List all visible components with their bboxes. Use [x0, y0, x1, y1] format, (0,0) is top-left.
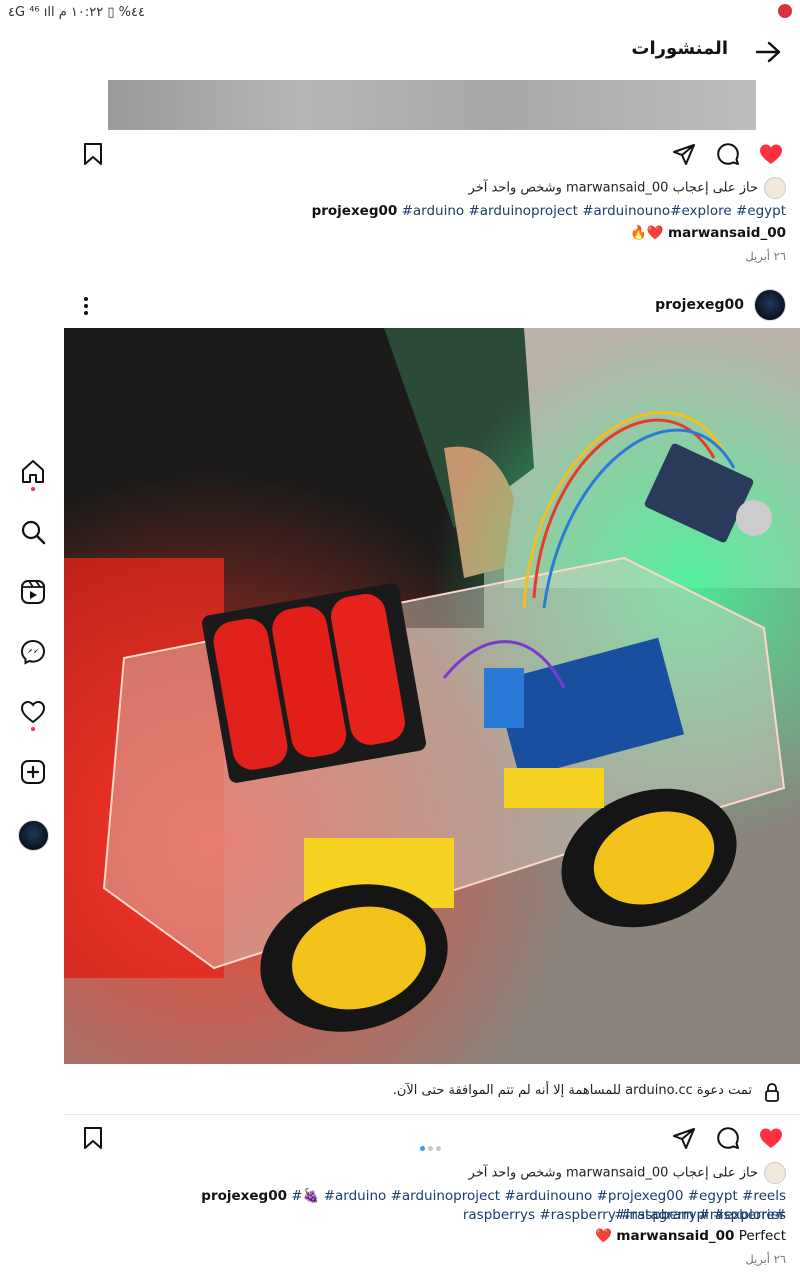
status-text: ٤G ⁴⁶ ıll ٤٤% ▯ ١٠:٢٢ م	[8, 5, 145, 20]
caption-username[interactable]: projexeg00	[201, 1188, 287, 1204]
notifications-heart-icon[interactable]	[19, 698, 47, 726]
comment-text: ❤️🔥	[630, 225, 664, 241]
carousel-dot	[428, 1146, 433, 1151]
app-badge-icon	[778, 4, 792, 18]
reels-icon[interactable]	[19, 578, 47, 606]
share-icon[interactable]	[672, 142, 696, 166]
more-options-icon[interactable]	[82, 295, 90, 317]
carousel-dot-active	[420, 1146, 425, 1151]
caption-hashtags[interactable]: #arduino #arduinoproject #arduinouno#exp…	[402, 203, 786, 219]
messenger-icon[interactable]	[19, 638, 47, 666]
post2-author-avatar[interactable]	[754, 289, 786, 321]
post2-comment: marwansaid_00 Perfect ❤️	[126, 1227, 786, 1246]
liker-avatar	[764, 177, 786, 199]
like-heart-filled-icon[interactable]	[758, 142, 784, 166]
back-arrow-icon[interactable]	[754, 40, 782, 64]
comment-icon[interactable]	[716, 1126, 740, 1150]
carousel-indicator	[420, 1136, 444, 1151]
battery-holder	[202, 583, 426, 783]
post2-username[interactable]: projexeg00	[655, 297, 744, 313]
top-header: المنشورات	[0, 30, 800, 74]
save-bookmark-icon[interactable]	[82, 142, 104, 166]
feed: حاز على إعجاب marwansaid_00 وشخص واحد آخ…	[64, 80, 800, 1280]
page-title: المنشورات	[631, 38, 728, 59]
post2-header: projexeg00	[64, 285, 800, 329]
search-icon[interactable]	[19, 518, 47, 546]
robot-car-photo	[64, 328, 800, 1064]
like-heart-filled-icon[interactable]	[758, 1126, 784, 1150]
comment-icon[interactable]	[716, 142, 740, 166]
post2-date: ٢٦ أبريل	[745, 1252, 786, 1266]
status-bar: ٤G ⁴⁶ ıll ٤٤% ▯ ١٠:٢٢ م	[0, 0, 800, 26]
post1-caption: projexeg00 #arduino #arduinoproject #ard…	[126, 202, 786, 221]
sidebar-nav	[14, 450, 52, 860]
post1-action-row	[64, 138, 800, 178]
liker-avatar	[764, 1162, 786, 1184]
caption-hashtags-line2[interactable]: #raspberrys #raspberry #raspberrypi #exp…	[463, 1207, 786, 1223]
previous-post-image[interactable]	[108, 80, 756, 130]
create-post-icon[interactable]	[19, 758, 47, 786]
share-icon[interactable]	[672, 1126, 696, 1150]
caption-username[interactable]: projexeg00	[312, 203, 398, 219]
post2-liked-by-text: حاز على إعجاب marwansaid_00 وشخص واحد آخ…	[468, 1165, 758, 1181]
profile-avatar[interactable]	[18, 820, 49, 851]
post1-liked-by-text: حاز على إعجاب marwansaid_00 وشخص واحد آخ…	[468, 180, 758, 196]
collab-notice: تمت دعوة arduino.cc للمساهمة إلا أنه لم …	[64, 1072, 800, 1115]
comment-username[interactable]: marwansaid_00	[668, 225, 786, 241]
post1-date: ٢٦ أبريل	[745, 249, 786, 263]
motor-driver	[484, 668, 524, 728]
post2-image-arduino-robot-car[interactable]	[64, 328, 800, 1064]
home-icon[interactable]	[19, 458, 47, 486]
collab-notice-text: تمت دعوة arduino.cc للمساهمة إلا أنه لم …	[392, 1083, 752, 1098]
post2-caption-line2: #raspberrys #raspberry #raspberrypi #exp…	[126, 1206, 786, 1225]
save-bookmark-icon[interactable]	[82, 1126, 104, 1150]
post1-comment: marwansaid_00 ❤️🔥	[126, 224, 786, 243]
carousel-dot	[436, 1146, 441, 1151]
comment-username[interactable]: marwansaid_00	[616, 1228, 734, 1244]
lock-icon	[765, 1083, 779, 1102]
notifications-dot	[31, 727, 35, 731]
post2-liked-by[interactable]: حاز على إعجاب marwansaid_00 وشخص واحد آخ…	[469, 1162, 786, 1184]
post1-liked-by[interactable]: حاز على إعجاب marwansaid_00 وشخص واحد آخ…	[469, 177, 786, 199]
home-notification-dot	[31, 487, 35, 491]
